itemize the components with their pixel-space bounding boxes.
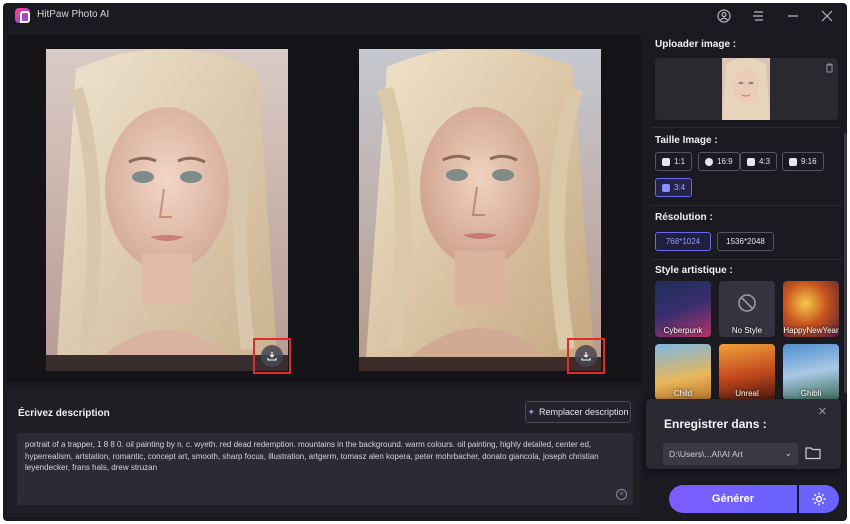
download-button-1[interactable] [253,338,291,374]
style-unreal[interactable]: Unreal [719,344,775,400]
generated-image-2[interactable] [359,49,601,371]
size-label-text: 4:3 [759,157,771,166]
portrait-image [359,49,601,371]
app-title: HitPaw Photo AI [37,9,110,20]
resolution-label: Résolution : [655,212,713,223]
style-name: Child [673,389,693,398]
gear-icon [812,492,826,506]
description-textarea[interactable]: portrait of a trapper, 1 8 8 0. oil pain… [17,433,633,505]
download-button-2[interactable] [567,338,605,374]
save-title: Enregistrer dans : [664,417,767,431]
size-label-text: 16:9 [717,157,733,166]
size-option-16-9[interactable]: 16:9 [698,152,740,171]
style-ghibli[interactable]: Ghibli [783,344,839,400]
size-label: Taille Image : [655,135,718,146]
save-path-value: D:\Users\...AI\AI Art [669,449,743,459]
replace-description-button[interactable]: ✦ Remplacer description [525,401,631,423]
download-icon [261,345,283,367]
size-label-text: 9:16 [801,157,817,166]
app-window: HitPaw Photo AI Écrivez description ✦ Re… [3,3,847,521]
save-path-select[interactable]: D:\Users\...AI\AI Art ⌄ [663,443,798,465]
description-text: portrait of a trapper, 1 8 8 0. oil pain… [25,440,599,472]
size-option-3-4[interactable]: 3:4 [655,178,693,197]
portrait-image [46,49,288,371]
minimize-icon[interactable] [784,7,802,25]
style-name: Unreal [735,389,759,398]
upload-label: Uploader image : [655,39,737,50]
resolution-option-1536[interactable]: 1536*2048 [717,232,774,251]
account-icon[interactable] [715,7,733,25]
trash-icon[interactable] [825,63,834,76]
style-name: Ghibli [800,389,822,398]
save-location-popup: Enregistrer dans : ✕ D:\Users\...AI\AI A… [646,399,841,469]
style-name: No Style [731,326,763,335]
twitter-icon [747,157,755,166]
twitter-icon [662,183,670,192]
close-popup-icon[interactable]: ✕ [818,405,827,418]
download-icon [575,345,597,367]
style-no-style[interactable]: No Style [719,281,775,337]
uploaded-thumbnail [722,58,770,120]
style-cyberpunk[interactable]: Cyberpunk [655,281,711,337]
clear-icon[interactable]: × [616,489,627,500]
style-name: Cyberpunk [663,326,703,335]
folder-icon[interactable] [805,446,821,460]
facebook-icon [705,157,713,166]
size-label-text: 1:1 [674,157,686,166]
menu-icon[interactable] [749,7,767,25]
instagram-icon [662,157,670,166]
divider [651,127,841,128]
size-label-text: 3:4 [674,183,686,192]
generated-image-1[interactable] [46,49,288,371]
description-panel: Écrivez description ✦ Remplacer descript… [7,389,641,517]
chevron-down-icon: ⌄ [784,448,792,458]
instagram-icon [789,157,797,166]
sidebar-scrollbar[interactable] [844,133,847,393]
settings-button[interactable] [799,485,839,513]
description-heading: Écrivez description [18,408,110,419]
app-logo-icon [15,8,30,23]
style-child[interactable]: Child [655,344,711,400]
size-option-1-1[interactable]: 1:1 [655,152,693,171]
replace-description-label: Remplacer description [539,407,629,417]
preview-area [7,35,641,383]
resolution-option-768[interactable]: 768*1024 [655,232,711,251]
size-option-9-16[interactable]: 9:16 [782,152,824,171]
close-icon[interactable] [818,7,836,25]
title-bar: HitPaw Photo AI [3,3,847,29]
sparkle-icon: ✦ [527,406,535,417]
upload-image-box[interactable] [655,58,838,120]
divider [651,205,841,206]
style-happy-new-year[interactable]: HappyNewYear [783,281,839,337]
style-label: Style artistique : [655,265,733,276]
generate-button[interactable]: Générer [669,485,797,513]
size-option-4-3[interactable]: 4:3 [740,152,778,171]
style-name: HappyNewYear [783,326,839,335]
divider [651,259,841,260]
